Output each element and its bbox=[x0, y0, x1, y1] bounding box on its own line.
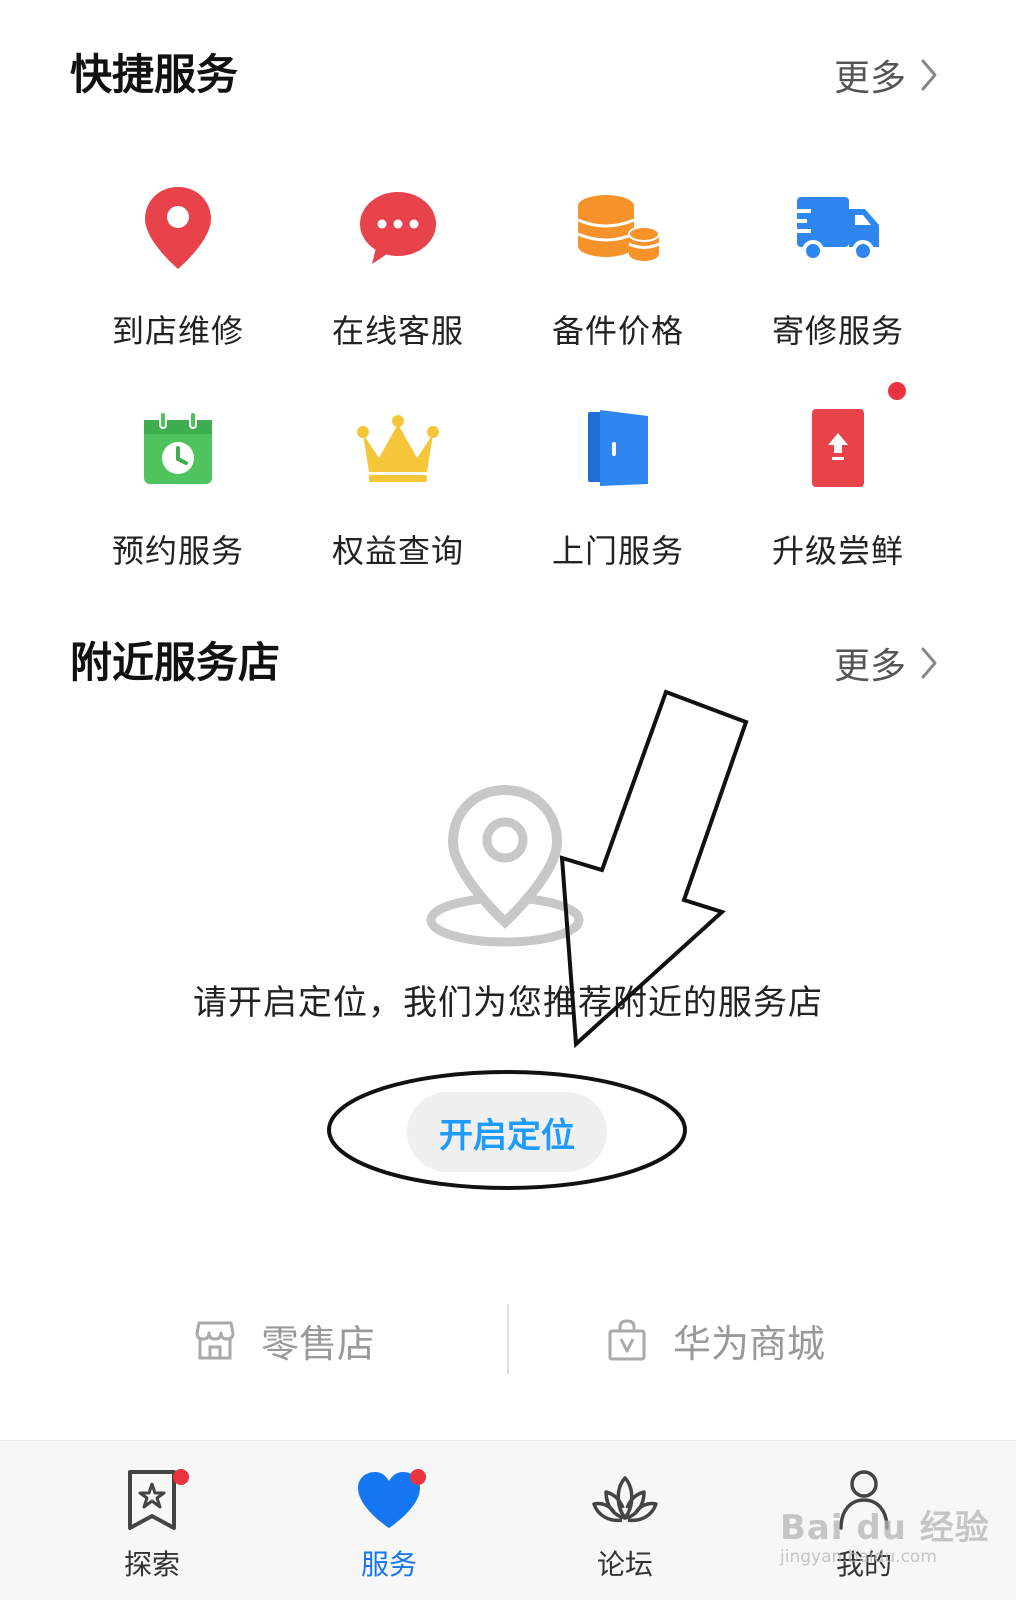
quick-services-grid: 到店维修 在线客服 备件价格 寄修服务 预约服务 权益查询 上门服务 升级尝鲜 bbox=[68, 180, 948, 620]
service-label: 权益查询 bbox=[331, 532, 464, 570]
tab-badge bbox=[173, 1469, 189, 1485]
service-label: 备件价格 bbox=[551, 312, 684, 350]
chevron-right-icon bbox=[921, 59, 937, 91]
quick-services-title: 快捷服务 bbox=[70, 50, 239, 99]
retail-store-link[interactable]: 零售店 bbox=[195, 1300, 375, 1380]
door-icon bbox=[570, 400, 666, 496]
baidu-jingyan-watermark: Bai du 经验 jingyan.baidu.com bbox=[780, 1500, 990, 1567]
tab-service[interactable]: 服务 bbox=[319, 1465, 459, 1583]
nearby-stores-header: 附近服务店 更多 bbox=[0, 628, 1016, 698]
service-upgrade-preview[interactable]: 升级尝鲜 bbox=[728, 382, 948, 620]
service-mail-repair[interactable]: 寄修服务 bbox=[728, 180, 948, 400]
nearby-stores-more-link[interactable]: 更多 bbox=[834, 628, 938, 698]
lotus-icon bbox=[590, 1465, 660, 1535]
service-label: 上门服务 bbox=[551, 532, 684, 570]
new-badge bbox=[888, 382, 906, 400]
tab-label: 探索 bbox=[123, 1548, 180, 1581]
service-home-visit[interactable]: 上门服务 bbox=[508, 400, 728, 620]
service-online-support[interactable]: 在线客服 bbox=[288, 180, 508, 400]
tab-badge bbox=[410, 1469, 426, 1485]
service-label: 在线客服 bbox=[331, 312, 464, 350]
chat-bubble-icon bbox=[350, 180, 446, 276]
tab-label: 论坛 bbox=[596, 1548, 653, 1581]
delivery-truck-icon bbox=[790, 180, 886, 276]
location-prompt-text: 请开启定位，我们为您推荐附近的服务店 bbox=[193, 983, 823, 1023]
enable-location-button[interactable]: 开启定位 bbox=[407, 1092, 607, 1172]
service-label: 预约服务 bbox=[111, 532, 244, 570]
chevron-right-icon bbox=[921, 647, 937, 679]
shopping-bag-icon bbox=[608, 1319, 646, 1361]
location-pin-icon bbox=[130, 180, 226, 276]
service-label: 到店维修 bbox=[111, 312, 244, 350]
coins-icon bbox=[570, 180, 666, 276]
service-store-repair[interactable]: 到店维修 bbox=[68, 180, 288, 400]
nearby-stores-title: 附近服务店 bbox=[70, 638, 281, 687]
service-label: 升级尝鲜 bbox=[771, 532, 904, 570]
bookmark-star-icon bbox=[117, 1465, 189, 1535]
huawei-mall-label: 华为商城 bbox=[673, 1321, 826, 1366]
huawei-mall-link[interactable]: 华为商城 bbox=[607, 1300, 825, 1380]
shop-links-row: 零售店 华为商城 bbox=[0, 1300, 1016, 1380]
watermark-main: Bai du 经验 bbox=[780, 1508, 990, 1548]
tab-label: 服务 bbox=[360, 1548, 417, 1581]
more-label: 更多 bbox=[833, 58, 906, 99]
retail-store-label: 零售店 bbox=[261, 1321, 376, 1366]
heart-icon bbox=[354, 1465, 426, 1535]
crown-icon bbox=[350, 400, 446, 496]
store-icon bbox=[195, 1321, 235, 1360]
quick-services-header: 快捷服务 更多 bbox=[0, 40, 1016, 110]
location-disabled-icon bbox=[425, 782, 585, 961]
service-parts-price[interactable]: 备件价格 bbox=[508, 180, 728, 400]
service-appointment[interactable]: 预约服务 bbox=[68, 400, 288, 620]
tab-explore[interactable]: 探索 bbox=[82, 1465, 222, 1583]
divider bbox=[507, 1304, 509, 1374]
service-benefits-query[interactable]: 权益查询 bbox=[288, 400, 508, 620]
tab-forum[interactable]: 论坛 bbox=[555, 1465, 695, 1583]
upgrade-phone-icon bbox=[790, 382, 906, 496]
watermark-sub: jingyan.baidu.com bbox=[780, 1547, 937, 1567]
calendar-clock-icon bbox=[130, 400, 226, 496]
service-label: 寄修服务 bbox=[771, 312, 904, 350]
more-label: 更多 bbox=[833, 646, 906, 687]
quick-services-more-link[interactable]: 更多 bbox=[834, 40, 938, 110]
